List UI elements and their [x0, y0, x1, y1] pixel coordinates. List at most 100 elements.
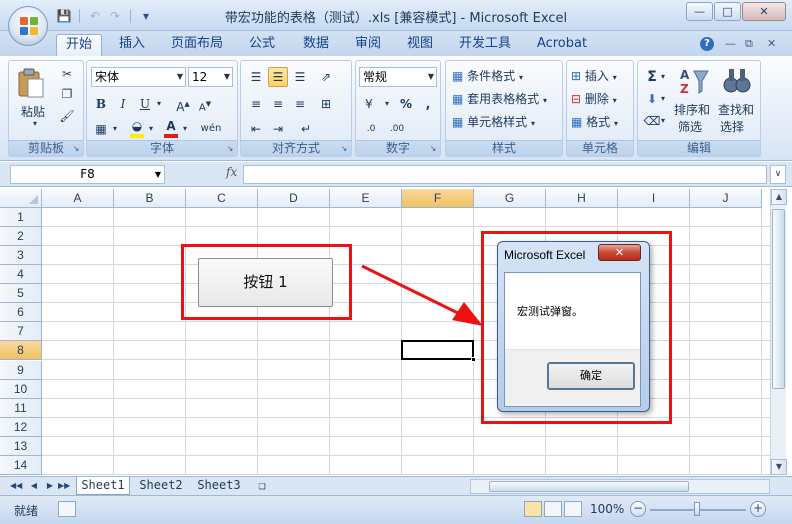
- orientation-icon[interactable]: ⇗: [316, 67, 336, 87]
- workbook-close-icon[interactable]: ✕: [767, 37, 776, 50]
- help-icon[interactable]: ?: [700, 37, 714, 51]
- fill-color-icon[interactable]: ◒: [127, 119, 147, 139]
- column-header-F[interactable]: F: [402, 189, 474, 208]
- number-launcher-icon[interactable]: ↘: [428, 144, 438, 154]
- clipboard-launcher-icon[interactable]: ↘: [71, 144, 81, 154]
- insert-sheet-icon[interactable]: ❏: [252, 477, 272, 495]
- zoom-out-icon[interactable]: −: [630, 501, 646, 517]
- active-cell-F8[interactable]: [401, 340, 474, 360]
- delete-cells-button[interactable]: ⊟ 删除 ▾: [571, 90, 617, 107]
- tab-developer[interactable]: 开发工具: [452, 34, 518, 56]
- tab-review[interactable]: 审阅: [346, 34, 390, 56]
- column-header-G[interactable]: G: [474, 189, 546, 208]
- conditional-format-button[interactable]: ▦ 条件格式 ▾: [452, 67, 523, 84]
- accounting-dropdown-icon[interactable]: ▾: [381, 94, 393, 114]
- sort-filter-label-1[interactable]: 排序和: [674, 101, 710, 118]
- vertical-scrollbar[interactable]: ▲ ▼: [770, 189, 787, 475]
- font-size-combo[interactable]: 12 ▼: [188, 67, 233, 87]
- align-right-icon[interactable]: ≡: [290, 94, 310, 114]
- ribbon-minimize-icon[interactable]: —: [725, 37, 736, 50]
- tab-insert[interactable]: 插入: [110, 34, 154, 56]
- sort-filter-label-2[interactable]: 筛选: [678, 118, 702, 135]
- office-button[interactable]: [8, 6, 48, 46]
- fill-color-dropdown-icon[interactable]: ▾: [145, 119, 157, 139]
- bold-button[interactable]: B: [91, 94, 111, 114]
- row-header-12[interactable]: 12: [0, 418, 42, 437]
- phonetic-guide-icon[interactable]: wén: [197, 119, 225, 139]
- first-sheet-icon[interactable]: ◀◀: [10, 479, 22, 493]
- page-break-view-icon[interactable]: [564, 501, 582, 517]
- row-header-2[interactable]: 2: [0, 227, 42, 246]
- row-header-9[interactable]: 9: [0, 361, 42, 380]
- format-as-table-button[interactable]: ▦ 套用表格格式 ▾: [452, 90, 547, 107]
- shrink-font-icon[interactable]: A▼: [195, 94, 215, 114]
- font-launcher-icon[interactable]: ↘: [225, 144, 235, 154]
- align-left-icon[interactable]: ≡: [246, 94, 266, 114]
- row-header-8[interactable]: 8: [0, 341, 42, 360]
- font-color-icon[interactable]: A: [161, 119, 181, 139]
- column-header-I[interactable]: I: [618, 189, 690, 208]
- borders-dropdown-icon[interactable]: ▾: [109, 119, 121, 139]
- zoom-level[interactable]: 100%: [590, 502, 624, 516]
- prev-sheet-icon[interactable]: ◀: [28, 479, 40, 493]
- align-center-icon[interactable]: ≡: [268, 94, 288, 114]
- scroll-up-icon[interactable]: ▲: [771, 189, 787, 205]
- zoom-in-icon[interactable]: +: [750, 501, 766, 517]
- sheet-tab-1[interactable]: Sheet1: [76, 477, 130, 495]
- normal-view-icon[interactable]: [524, 501, 542, 517]
- name-box[interactable]: F8 ▼: [10, 165, 165, 184]
- tab-acrobat[interactable]: Acrobat: [530, 34, 594, 56]
- sheet-tab-2[interactable]: Sheet2: [134, 477, 188, 495]
- accounting-format-icon[interactable]: ¥: [359, 94, 379, 114]
- autosum-dropdown-icon[interactable]: ▾: [658, 67, 668, 87]
- row-header-6[interactable]: 6: [0, 303, 42, 322]
- vertical-scroll-thumb[interactable]: [772, 209, 785, 389]
- row-header-11[interactable]: 11: [0, 399, 42, 418]
- last-sheet-icon[interactable]: ▶▶: [58, 479, 70, 493]
- zoom-slider-thumb[interactable]: [694, 502, 700, 516]
- scroll-down-icon[interactable]: ▼: [771, 459, 787, 475]
- horizontal-scrollbar[interactable]: [470, 479, 770, 494]
- underline-dropdown-icon[interactable]: ▾: [153, 94, 165, 114]
- increase-decimal-icon[interactable]: .0: [359, 119, 383, 139]
- fill-handle[interactable]: [471, 357, 476, 362]
- grow-font-icon[interactable]: A▲: [173, 94, 193, 114]
- sheet-tab-3[interactable]: Sheet3: [192, 477, 246, 495]
- next-sheet-icon[interactable]: ▶: [44, 479, 56, 493]
- align-top-icon[interactable]: ☰: [246, 67, 266, 87]
- increase-indent-icon[interactable]: ⇥: [268, 119, 288, 139]
- copy-icon[interactable]: ❐: [57, 84, 77, 104]
- minimize-button[interactable]: —: [686, 2, 713, 21]
- decrease-decimal-icon[interactable]: .00: [385, 119, 409, 139]
- tab-view[interactable]: 视图: [398, 34, 442, 56]
- merge-center-icon[interactable]: ⊞: [316, 94, 336, 114]
- horizontal-scroll-thumb[interactable]: [489, 481, 689, 492]
- column-header-H[interactable]: H: [546, 189, 618, 208]
- column-header-J[interactable]: J: [690, 189, 762, 208]
- font-color-dropdown-icon[interactable]: ▾: [179, 119, 191, 139]
- macro-record-icon[interactable]: [58, 501, 76, 517]
- row-header-3[interactable]: 3: [0, 246, 42, 265]
- maximize-button[interactable]: □: [714, 2, 741, 21]
- tab-formulas[interactable]: 公式: [240, 34, 284, 56]
- insert-function-icon[interactable]: fx: [226, 165, 237, 179]
- borders-icon[interactable]: ▦: [91, 119, 111, 139]
- underline-button[interactable]: U: [135, 94, 155, 114]
- tab-home[interactable]: 开始: [56, 34, 102, 56]
- align-bottom-icon[interactable]: ☰: [290, 67, 310, 87]
- clear-dropdown-icon[interactable]: ▾: [658, 111, 668, 131]
- ribbon-restore-icon[interactable]: ⧉: [745, 37, 753, 51]
- formula-input[interactable]: [243, 165, 767, 184]
- italic-button[interactable]: I: [113, 94, 133, 114]
- decrease-indent-icon[interactable]: ⇤: [246, 119, 266, 139]
- cut-icon[interactable]: ✂: [57, 64, 77, 84]
- tab-page-layout[interactable]: 页面布局: [164, 34, 230, 56]
- insert-cells-button[interactable]: ⊞ 插入 ▾: [571, 67, 617, 84]
- row-header-1[interactable]: 1: [0, 208, 42, 227]
- cell-styles-button[interactable]: ▦ 单元格样式 ▾: [452, 113, 535, 130]
- column-header-E[interactable]: E: [330, 189, 402, 208]
- format-painter-icon[interactable]: 🖌: [57, 106, 77, 126]
- column-header-B[interactable]: B: [114, 189, 186, 208]
- row-header-5[interactable]: 5: [0, 284, 42, 303]
- align-middle-icon[interactable]: ☰: [268, 67, 288, 87]
